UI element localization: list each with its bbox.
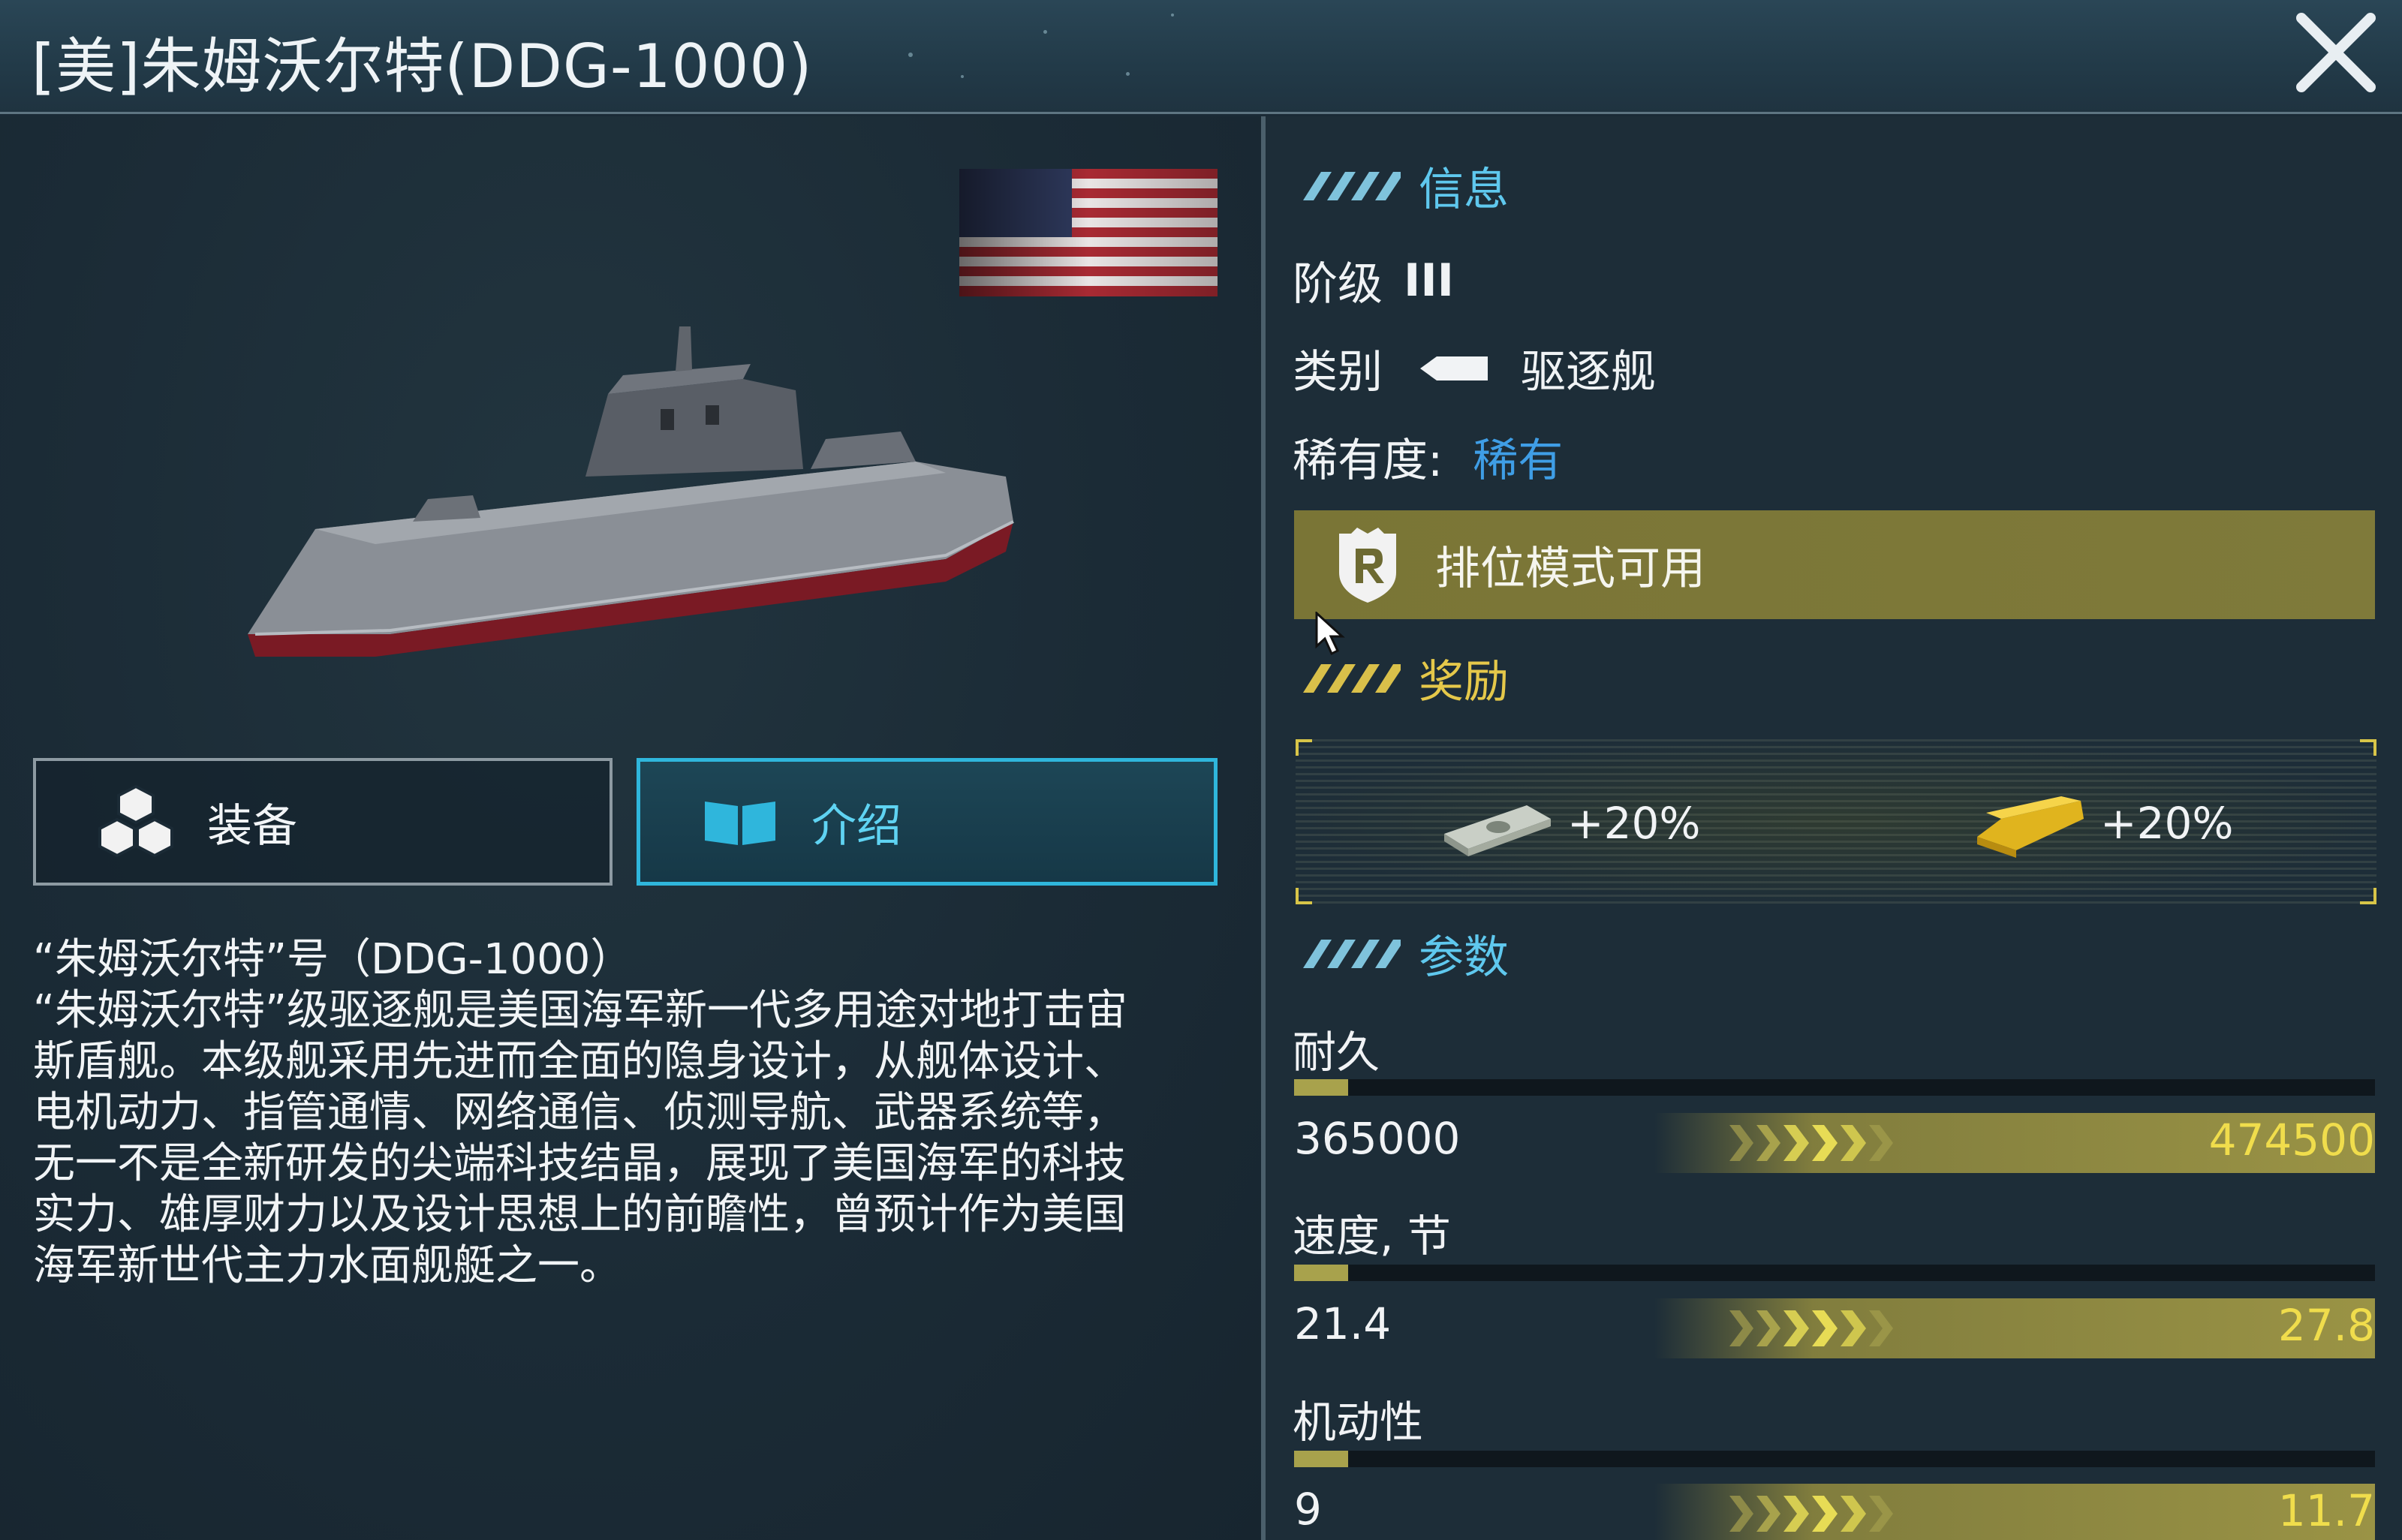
- tier-value: III: [1404, 254, 1454, 307]
- reward-credits-value: +20%: [1567, 798, 1701, 849]
- param-bar-fill: [1294, 1079, 1348, 1096]
- param-current-value: 365000: [1294, 1113, 1461, 1164]
- ship-title: [美]朱姆沃尔特(DDG-1000): [32, 32, 813, 101]
- gold-bar-icon: [1977, 796, 2084, 858]
- description-line: 斯盾舰。本级舰采用先进而全面的隐身设计，从舰体设计、: [33, 1037, 1126, 1086]
- rewards-section-header: 奖励: [1296, 648, 1509, 708]
- param-values-maneuverability: 9 11.7: [1294, 1484, 2375, 1540]
- tier-label: 阶级: [1293, 258, 1383, 311]
- destroyer-class-icon: [1420, 356, 1488, 380]
- reward-gold: +20%: [1971, 786, 2234, 861]
- equipment-cubes-icon: [98, 784, 173, 858]
- rarity-value: 稀有: [1473, 435, 1564, 487]
- rewards-box: +20% +20%: [1296, 739, 2376, 904]
- description-line: 海军新世代主力水面舰艇之一。: [33, 1241, 622, 1290]
- param-current-value: 21.4: [1294, 1298, 1392, 1349]
- ship-stats-panel: 信息 阶级 III 类别 驱逐舰 稀有度: 稀有 排位模式可用 奖励 +20% …: [1266, 116, 2402, 1540]
- param-bar-maneuverability: [1294, 1451, 2375, 1467]
- param-values-speed: 21.4 27.8: [1294, 1298, 2375, 1358]
- param-max-value: 11.7: [2277, 1485, 2375, 1536]
- upgrade-arrows-icon: [1729, 1125, 1893, 1161]
- info-section-header: 信息: [1296, 155, 1509, 216]
- yellow-stripes-icon: [1303, 664, 1401, 693]
- tab-intro[interactable]: 介绍: [637, 758, 1218, 886]
- reward-credits: +20%: [1438, 786, 1701, 861]
- param-current-value: 9: [1294, 1484, 1322, 1535]
- tab-equipment[interactable]: 装备: [33, 758, 613, 886]
- rarity-row: 稀有度: 稀有: [1293, 424, 1563, 489]
- blue-stripes-icon: [1303, 172, 1401, 200]
- tab-equipment-label: 装备: [207, 799, 297, 853]
- ranked-shield-icon: [1339, 527, 1396, 603]
- params-section-title: 参数: [1419, 931, 1509, 984]
- description-line: 电机动力、指管通情、网络通信、侦测导航、武器系统等，: [33, 1088, 1126, 1137]
- param-bar-fill: [1294, 1265, 1348, 1281]
- cash-stack-icon: [1444, 805, 1551, 856]
- param-label-durability: 耐久: [1293, 1027, 1380, 1078]
- description-line: 无一不是全新研发的尖端科技结晶，展现了美国海军的科技: [33, 1139, 1126, 1188]
- close-button[interactable]: [2291, 8, 2381, 98]
- reward-gold-value: +20%: [2100, 798, 2234, 849]
- tab-intro-label: 介绍: [811, 799, 902, 853]
- params-section-header: 参数: [1296, 923, 1509, 984]
- ranked-mode-text: 排位模式可用: [1435, 543, 1705, 595]
- rewards-section-title: 奖励: [1419, 655, 1509, 708]
- param-bar-durability: [1294, 1079, 2375, 1096]
- ship-description: “朱姆沃尔特”号（DDG-1000） “朱姆沃尔特”级驱逐舰是美国海军新一代多用…: [33, 934, 1227, 1292]
- class-value: 驱逐舰: [1521, 346, 1656, 399]
- close-x-icon: [2296, 13, 2376, 92]
- ship-preview-panel: 装备 介绍 “朱姆沃尔特”号（DDG-1000） “朱姆沃尔特”级驱逐舰是美国海…: [0, 116, 1261, 1540]
- class-row: 类别 驱逐舰: [1293, 335, 1656, 401]
- param-label-speed: 速度, 节: [1293, 1211, 1451, 1262]
- description-line: “朱姆沃尔特”号（DDG-1000）: [33, 935, 633, 984]
- ranked-mode-banner: 排位模式可用: [1294, 510, 2375, 619]
- destroyer-model-image: [248, 326, 1014, 657]
- upgrade-arrows-icon: [1729, 1310, 1893, 1346]
- tier-row: 阶级 III: [1293, 248, 1454, 313]
- param-bar-fill: [1294, 1451, 1348, 1467]
- param-max-value: 27.8: [2277, 1300, 2375, 1351]
- param-max-value: 474500: [2208, 1114, 2375, 1166]
- open-book-icon: [705, 802, 775, 845]
- description-line: “朱姆沃尔特”级驱逐舰是美国海军新一代多用途对地打击宙: [33, 986, 1128, 1035]
- description-line: 实力、雄厚财力以及设计思想上的前瞻性，曾预计作为美国: [33, 1190, 1126, 1239]
- upgrade-arrows-icon: [1729, 1496, 1893, 1532]
- class-label: 类别: [1293, 346, 1383, 399]
- us-flag-image: [959, 169, 1218, 296]
- mouse-cursor-icon: [1315, 612, 1345, 656]
- rarity-label: 稀有度:: [1293, 435, 1443, 487]
- title-bar: [美]朱姆沃尔特(DDG-1000): [0, 0, 2402, 114]
- blue-stripes-icon: [1303, 940, 1401, 968]
- param-values-durability: 365000 474500: [1294, 1113, 2375, 1173]
- info-section-title: 信息: [1419, 163, 1509, 216]
- param-label-maneuverability: 机动性: [1293, 1397, 1424, 1448]
- param-bar-speed: [1294, 1265, 2375, 1281]
